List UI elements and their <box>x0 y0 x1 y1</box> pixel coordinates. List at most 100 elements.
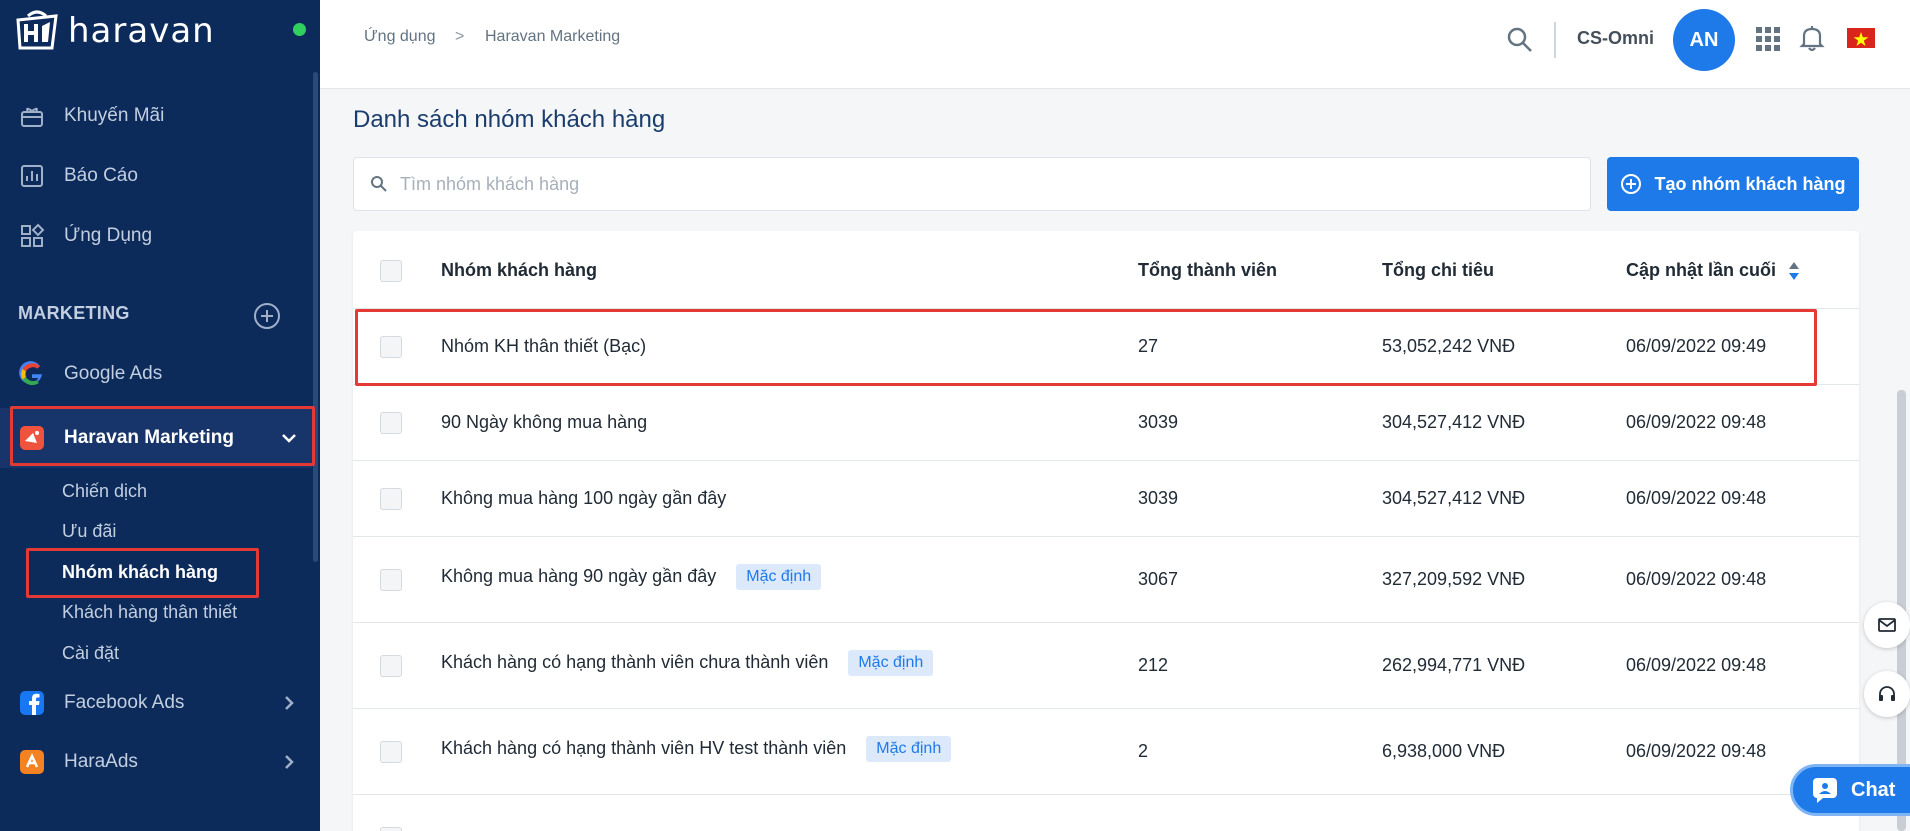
group-updated: 06/09/2022 09:48 <box>1626 655 1767 675</box>
sub-item-cai-dat[interactable]: Cài đặt <box>62 643 119 664</box>
search-box[interactable] <box>353 157 1591 211</box>
header-total-members: Tổng thành viên <box>1138 260 1277 280</box>
vietnam-flag-icon[interactable] <box>1847 28 1875 48</box>
group-members: 3039 <box>1138 412 1179 432</box>
search-input[interactable] <box>400 173 1550 195</box>
chat-icon <box>1813 778 1837 803</box>
row-checkbox[interactable] <box>380 655 402 677</box>
search-icon[interactable] <box>1506 26 1534 54</box>
group-members: 3067 <box>1138 569 1179 589</box>
apps-grid-icon <box>18 222 46 250</box>
table-row[interactable]: Không mua hàng 90 ngày gần đây Mặc định 3… <box>353 537 1859 623</box>
avatar[interactable]: AN <box>1673 9 1735 71</box>
group-name[interactable]: 90 Ngày không mua hàng <box>441 412 647 433</box>
default-badge: Mặc định <box>848 650 934 676</box>
table-header: Nhóm khách hàng Tổng thành viên Tổng chi… <box>353 231 1859 309</box>
breadcrumb-separator: > <box>455 28 465 45</box>
section-title-marketing: MARKETING <box>18 303 130 323</box>
default-badge: Mặc định <box>866 736 952 762</box>
sidebar-item-bao-cao[interactable]: Báo Cáo <box>0 150 312 202</box>
chat-label: Chat <box>1851 778 1896 801</box>
table-row[interactable]: 90 Ngày không mua hàng 3039 304,527,412 … <box>353 385 1859 461</box>
sidebar-item-label: Báo Cáo <box>64 165 138 186</box>
group-members: 212 <box>1138 655 1169 675</box>
google-icon <box>18 360 46 388</box>
sidebar-item-haraads[interactable]: HaraAds <box>0 736 312 788</box>
header-last-updated-label: Cập nhật lần cuối <box>1626 260 1777 280</box>
group-members: 2 <box>1138 741 1149 761</box>
default-badge: Mặc định <box>736 564 822 590</box>
select-all-checkbox[interactable] <box>380 260 402 282</box>
group-name[interactable]: Khách hàng có hạng thành viên chưa thành… <box>441 652 828 672</box>
row-checkbox[interactable] <box>380 412 402 434</box>
chevron-right-icon[interactable] <box>280 694 298 712</box>
support-float-button[interactable] <box>1864 671 1910 717</box>
header-total-spending: Tổng chi tiêu <box>1382 260 1494 280</box>
row-checkbox[interactable] <box>380 827 402 831</box>
group-name[interactable]: Không mua hàng 100 ngày gần đây <box>441 488 726 509</box>
table-row[interactable]: Không mua hàng 100 ngày gần đây 3039 304… <box>353 461 1859 537</box>
highlight-box-first-row <box>355 309 1817 386</box>
group-name-cell: Không mua hàng 90 ngày gần đây Mặc định <box>441 564 822 590</box>
sub-item-uu-dai[interactable]: Ưu đãi <box>62 521 116 542</box>
sidebar-item-label: Ứng Dụng <box>64 225 153 246</box>
highlight-box-haravan-marketing <box>10 406 315 466</box>
add-channel-icon[interactable] <box>253 302 281 330</box>
group-name[interactable]: Khách hàng có hạng thành viên HV test th… <box>441 738 846 758</box>
logo-text: haravan <box>68 11 215 51</box>
sidebar-item-google-ads[interactable]: Google Ads <box>0 348 312 400</box>
group-spending: 304,527,412 VNĐ <box>1382 412 1526 432</box>
group-name-cell: Khách hàng có hạng thành viên chưa thành… <box>441 650 934 676</box>
group-spending: 304,527,412 VNĐ <box>1382 488 1526 508</box>
sidebar-item-label: Khuyến Mãi <box>64 105 165 126</box>
sidebar-scrollbar[interactable] <box>313 72 318 562</box>
facebook-icon <box>18 689 46 717</box>
group-name[interactable]: Không mua hàng 90 ngày gần đây <box>441 566 716 586</box>
haravan-logo-icon <box>16 10 58 50</box>
haraads-icon <box>18 748 46 776</box>
online-status-dot <box>293 23 306 36</box>
row-checkbox[interactable] <box>380 488 402 510</box>
mail-icon <box>1878 618 1896 632</box>
email-float-button[interactable] <box>1864 602 1910 648</box>
topbar: Ứng dụng > Haravan Marketing <box>320 0 1910 89</box>
highlight-box-nhom-khach-hang <box>26 548 259 598</box>
breadcrumb-ung-dung[interactable]: Ứng dụng <box>364 28 436 46</box>
header-group-name: Nhóm khách hàng <box>441 260 598 280</box>
topbar-divider <box>1554 22 1556 58</box>
row-checkbox[interactable] <box>380 741 402 763</box>
table-row[interactable]: Khách hàng có hạng thành viên HV test th… <box>353 709 1859 795</box>
breadcrumb-haravan-marketing[interactable]: Haravan Marketing <box>485 28 620 46</box>
group-name-cell: Khách hàng có hạng thành viên HV test th… <box>441 736 952 762</box>
sub-item-chien-dich[interactable]: Chiến dịch <box>62 481 147 502</box>
page-title: Danh sách nhóm khách hàng <box>353 106 666 133</box>
sidebar-item-facebook-ads[interactable]: Facebook Ads <box>0 677 312 729</box>
row-checkbox[interactable] <box>380 569 402 591</box>
group-members: 3039 <box>1138 488 1179 508</box>
sidebar-item-ung-dung[interactable]: Ứng Dụng <box>0 210 312 262</box>
sidebar: haravan Khuyến Mãi Báo Cáo Ứng Dụng MARK… <box>0 0 320 831</box>
bell-icon[interactable] <box>1799 24 1825 52</box>
chevron-right-icon[interactable] <box>280 753 298 771</box>
table-row-partial[interactable] <box>353 795 1859 831</box>
headset-icon <box>1879 686 1895 701</box>
haravan-logo[interactable]: haravan <box>12 8 215 54</box>
promotion-icon <box>18 102 46 130</box>
group-updated: 06/09/2022 09:48 <box>1626 412 1767 432</box>
header-last-updated[interactable]: Cập nhật lần cuối <box>1626 260 1801 282</box>
sub-item-khach-hang-than-thiet[interactable]: Khách hàng thân thiết <box>62 602 237 623</box>
create-customer-group-button[interactable]: Tạo nhóm khách hàng <box>1607 157 1859 211</box>
sidebar-item-khuyen-mai[interactable]: Khuyến Mãi <box>0 90 312 142</box>
chat-button[interactable]: Chat <box>1790 764 1910 816</box>
sort-icon[interactable] <box>1787 260 1801 282</box>
group-spending: 262,994,771 VNĐ <box>1382 655 1526 675</box>
group-spending: 6,938,000 VNĐ <box>1382 741 1506 761</box>
apps-grid-icon[interactable] <box>1755 26 1781 52</box>
group-updated: 06/09/2022 09:48 <box>1626 569 1767 589</box>
shop-name[interactable]: CS-Omni <box>1577 28 1654 49</box>
table-row[interactable]: Khách hàng có hạng thành viên chưa thành… <box>353 623 1859 709</box>
sidebar-item-label: HaraAds <box>64 751 138 772</box>
add-circle-icon <box>1621 174 1642 194</box>
create-button-label: Tạo nhóm khách hàng <box>1654 173 1846 194</box>
group-updated: 06/09/2022 09:48 <box>1626 488 1767 508</box>
